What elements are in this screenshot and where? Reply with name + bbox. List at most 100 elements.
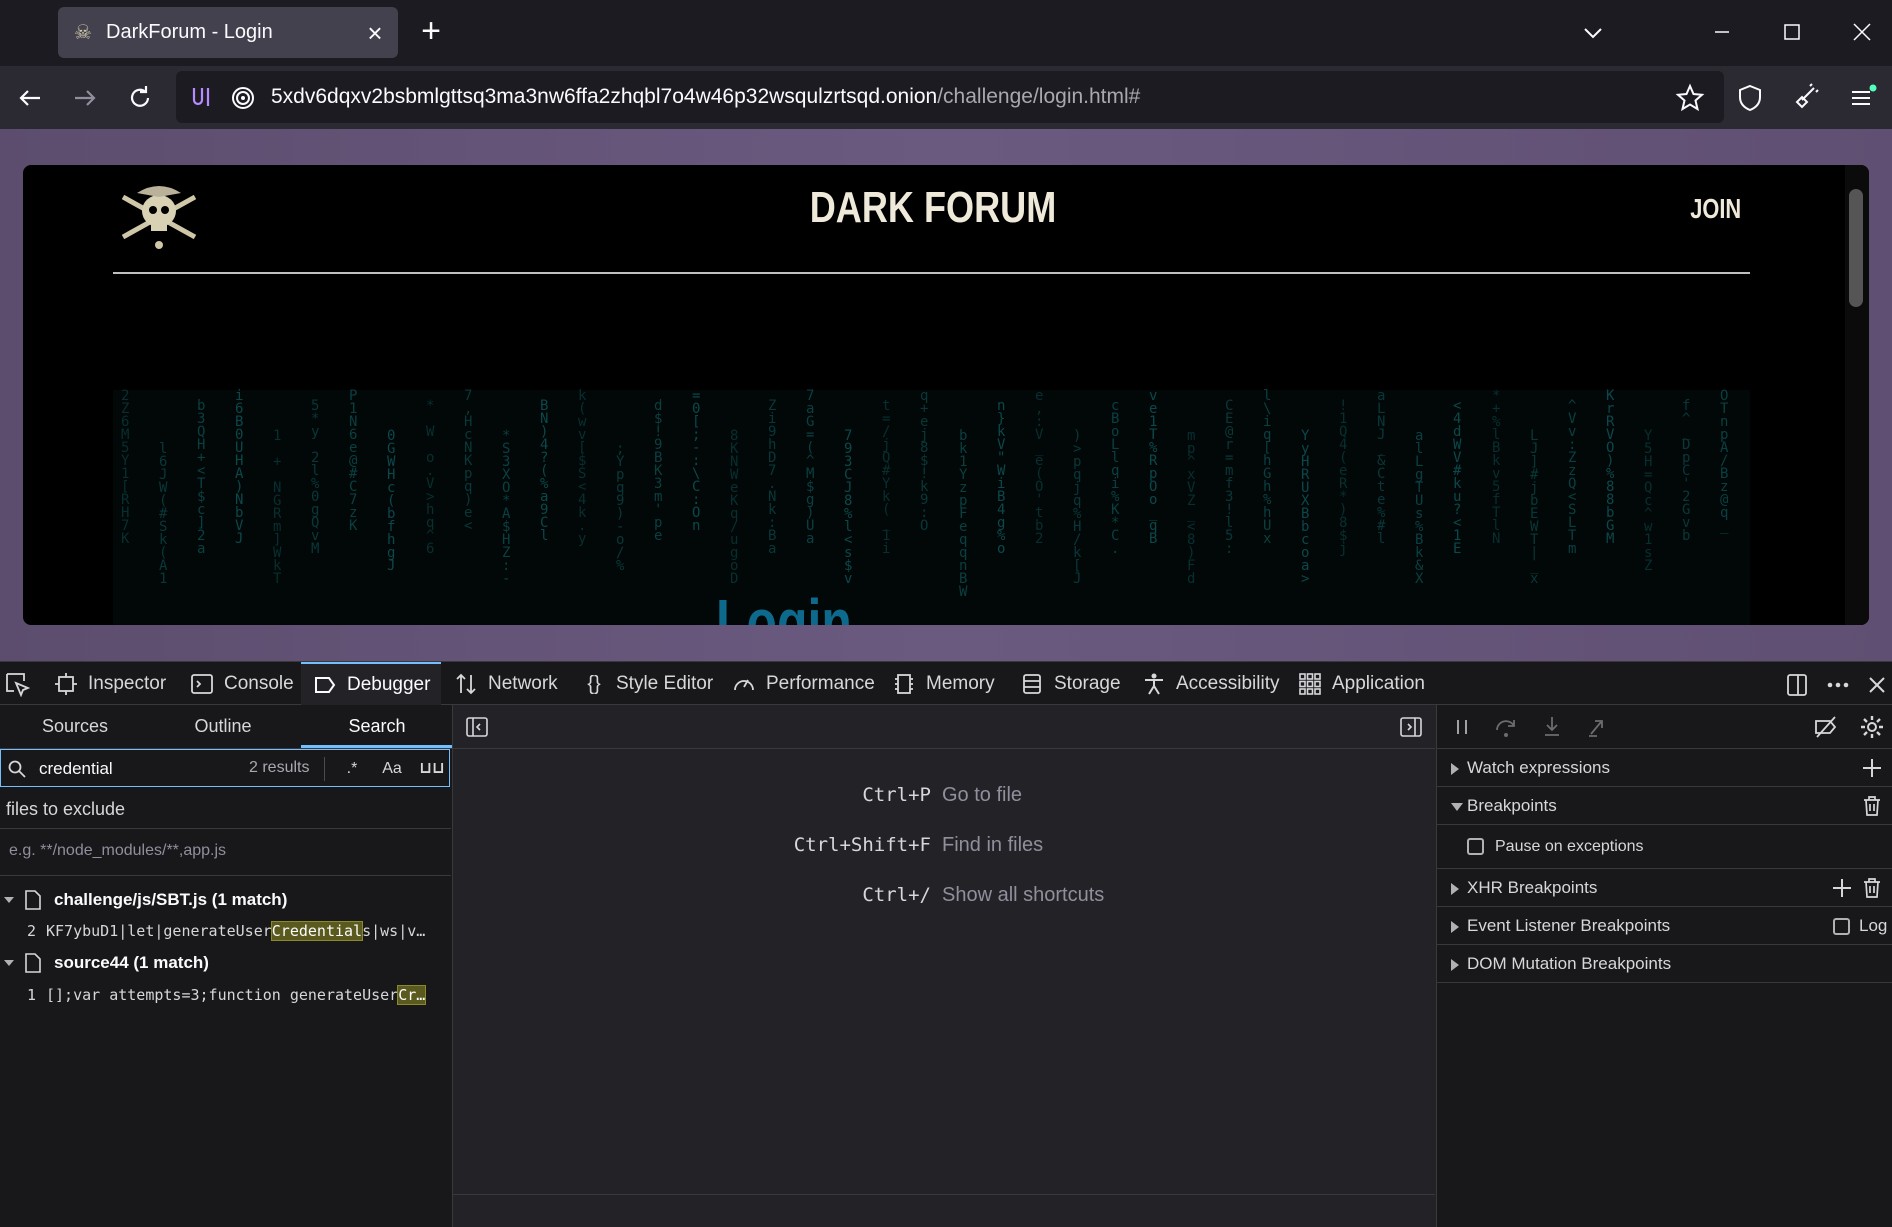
- network-icon: [456, 673, 476, 694]
- tab-network-label: Network: [488, 672, 558, 694]
- regex-toggle[interactable]: .*: [339, 756, 365, 782]
- shield-icon[interactable]: [1732, 80, 1768, 116]
- expand-twisty-icon[interactable]: [4, 895, 14, 905]
- bookmark-star-icon[interactable]: [1672, 80, 1708, 116]
- result-match-highlight: Credential: [270, 921, 364, 941]
- event-listener-breakpoints-header[interactable]: Event Listener Breakpoints Log: [1437, 907, 1892, 945]
- tab-accessibility[interactable]: Accessibility: [1142, 662, 1279, 705]
- window-minimize-icon[interactable]: [1702, 14, 1742, 50]
- matrix-column: a l L g T U s % B k & X: [1415, 428, 1424, 587]
- xhr-breakpoints-label: XHR Breakpoints: [1467, 878, 1598, 897]
- matrix-column: 7 9 3 C J 8 % l < s $ v: [844, 428, 853, 587]
- expand-twisty-icon[interactable]: [4, 958, 14, 968]
- page-scrollbar-thumb[interactable]: [1849, 189, 1863, 307]
- step-in-icon[interactable]: [1539, 714, 1565, 740]
- browser-tab-active[interactable]: ☠ DarkForum - Login ×: [58, 7, 398, 58]
- reload-icon[interactable]: [122, 80, 158, 116]
- shortcut-label[interactable]: Show all shortcuts: [942, 884, 1104, 907]
- tab-search[interactable]: Search: [302, 705, 452, 748]
- tab-outline[interactable]: Outline: [148, 705, 298, 748]
- whole-word-toggle[interactable]: ⊔⊔: [419, 756, 445, 782]
- log-checkbox[interactable]: [1833, 918, 1850, 935]
- debugger-sources-pane: Sources Outline Search 2 results .* Aa ⊔…: [0, 705, 453, 1227]
- shortcut-label[interactable]: Go to file: [942, 784, 1022, 807]
- tab-application-label: Application: [1332, 672, 1425, 694]
- log-label[interactable]: Log: [1859, 916, 1887, 936]
- pause-icon[interactable]: [1449, 714, 1475, 740]
- matrix-column: ^ V v : Z z Q < S L T m: [1568, 398, 1577, 557]
- shortcut-label[interactable]: Find in files: [942, 834, 1043, 857]
- add-watch-plus-icon[interactable]: [1861, 757, 1883, 779]
- watch-expressions-header[interactable]: Watch expressions: [1437, 749, 1892, 787]
- pause-on-exceptions-checkbox[interactable]: [1467, 838, 1484, 855]
- settings-gear-icon[interactable]: [1859, 714, 1885, 740]
- more-options-icon[interactable]: [1825, 672, 1851, 698]
- new-identity-broom-icon[interactable]: [1788, 80, 1824, 116]
- matrix-column: Y 5 H = Q c ^ w 1 s Z: [1644, 428, 1653, 574]
- tab-performance[interactable]: Performance: [732, 662, 875, 705]
- pause-on-exceptions-label[interactable]: Pause on exceptions: [1495, 838, 1644, 856]
- remove-breakpoints-trash-icon[interactable]: [1861, 795, 1883, 817]
- match-case-toggle[interactable]: Aa: [379, 756, 405, 782]
- tab-inspector-label: Inspector: [88, 672, 167, 694]
- hamburger-menu-icon[interactable]: [1844, 80, 1880, 116]
- element-picker-icon[interactable]: [4, 671, 30, 697]
- tab-network[interactable]: Network: [454, 662, 558, 705]
- tab-inspector[interactable]: Inspector: [54, 662, 166, 705]
- tab-style-editor[interactable]: {} Style Editor: [582, 662, 713, 705]
- search-result-line[interactable]: 1 [];var attempts=3;function generateUser…: [0, 981, 452, 1009]
- deactivate-breakpoints-icon[interactable]: [1813, 714, 1839, 740]
- exclude-files-input[interactable]: e.g. **/node_modules/**,app.js: [0, 828, 451, 876]
- remove-xhr-trash-icon[interactable]: [1861, 877, 1883, 899]
- search-result-file[interactable]: challenge/js/SBT.js (1 match): [0, 885, 452, 915]
- dock-layout-icon[interactable]: [1784, 672, 1810, 698]
- add-xhr-plus-icon[interactable]: [1831, 877, 1853, 899]
- url-text[interactable]: 5xdv6dqxv2bsbmlgttsq3ma3nw6ffa2zhqbl7o4w…: [271, 83, 1140, 111]
- back-arrow-icon[interactable]: [12, 80, 48, 116]
- search-results-count: 2 results: [249, 759, 310, 776]
- step-out-icon[interactable]: [1585, 714, 1611, 740]
- new-tab-button[interactable]: +: [414, 14, 448, 49]
- result-pre-text: KF7ybuD1|let|generateUser: [46, 922, 272, 940]
- forward-arrow-icon[interactable]: [67, 80, 103, 116]
- search-input[interactable]: [37, 754, 241, 784]
- tab-performance-label: Performance: [766, 672, 875, 694]
- tab-debugger-label: Debugger: [347, 673, 431, 695]
- files-to-exclude-label[interactable]: files to exclude: [6, 799, 125, 820]
- matrix-column: * + % l B k v 5 f T l N: [1492, 388, 1501, 547]
- tab-console[interactable]: Console: [190, 662, 294, 705]
- matrix-column: l \ i q [ h G h % h U x: [1263, 388, 1272, 547]
- toggle-breakpoints-panel-icon[interactable]: [1399, 715, 1423, 739]
- tab-list-chevron-icon[interactable]: [1578, 18, 1608, 48]
- url-bar[interactable]: 5xdv6dqxv2bsbmlgttsq3ma3nw6ffa2zhqbl7o4w…: [176, 71, 1724, 123]
- breakpoints-header[interactable]: Breakpoints: [1437, 787, 1892, 825]
- tab-application[interactable]: Application: [1298, 662, 1425, 705]
- tor-circuit-icon[interactable]: [188, 84, 214, 110]
- matrix-rain-background: 2 Z 6 M 5 Y 1 [ R H 7 K l 6 J W ( # S k …: [113, 388, 1750, 625]
- window-close-icon[interactable]: [1842, 14, 1882, 50]
- matrix-column: v e 1 T % R p O o _ q B: [1149, 388, 1158, 547]
- event-listener-label: Event Listener Breakpoints: [1467, 916, 1671, 935]
- matrix-column: 2 Z 6 M 5 Y 1 [ R H 7 K: [121, 388, 130, 547]
- xhr-breakpoints-header[interactable]: XHR Breakpoints: [1437, 869, 1892, 907]
- toggle-sources-panel-icon[interactable]: [465, 715, 489, 739]
- tab-sources[interactable]: Sources: [0, 705, 150, 748]
- join-link[interactable]: JOIN: [1690, 193, 1741, 225]
- search-result-line[interactable]: 2 KF7ybuD1|let|generateUserCredentials|ws…: [0, 917, 452, 945]
- site-title: DARK FORUM: [809, 183, 1057, 232]
- navigation-bar: 5xdv6dqxv2bsbmlgttsq3ma3nw6ffa2zhqbl7o4w…: [0, 66, 1892, 129]
- window-maximize-icon[interactable]: [1772, 14, 1812, 50]
- dom-mutation-breakpoints-header[interactable]: DOM Mutation Breakpoints: [1437, 945, 1892, 983]
- step-over-icon[interactable]: [1493, 714, 1519, 740]
- tab-strip: ☠ DarkForum - Login × +: [0, 0, 1892, 66]
- header-divider: [113, 272, 1750, 274]
- tab-memory[interactable]: Memory: [892, 662, 995, 705]
- matrix-column: 8 K N W e K q / u g o D: [730, 428, 739, 587]
- tab-debugger[interactable]: Debugger: [301, 662, 441, 705]
- pirate-favicon-icon: ☠: [74, 21, 92, 44]
- search-result-file[interactable]: source44 (1 match): [0, 948, 452, 978]
- tab-close-icon[interactable]: ×: [360, 18, 390, 48]
- close-devtools-icon[interactable]: [1864, 672, 1890, 698]
- onion-icon[interactable]: [230, 84, 256, 110]
- tab-storage[interactable]: Storage: [1020, 662, 1121, 705]
